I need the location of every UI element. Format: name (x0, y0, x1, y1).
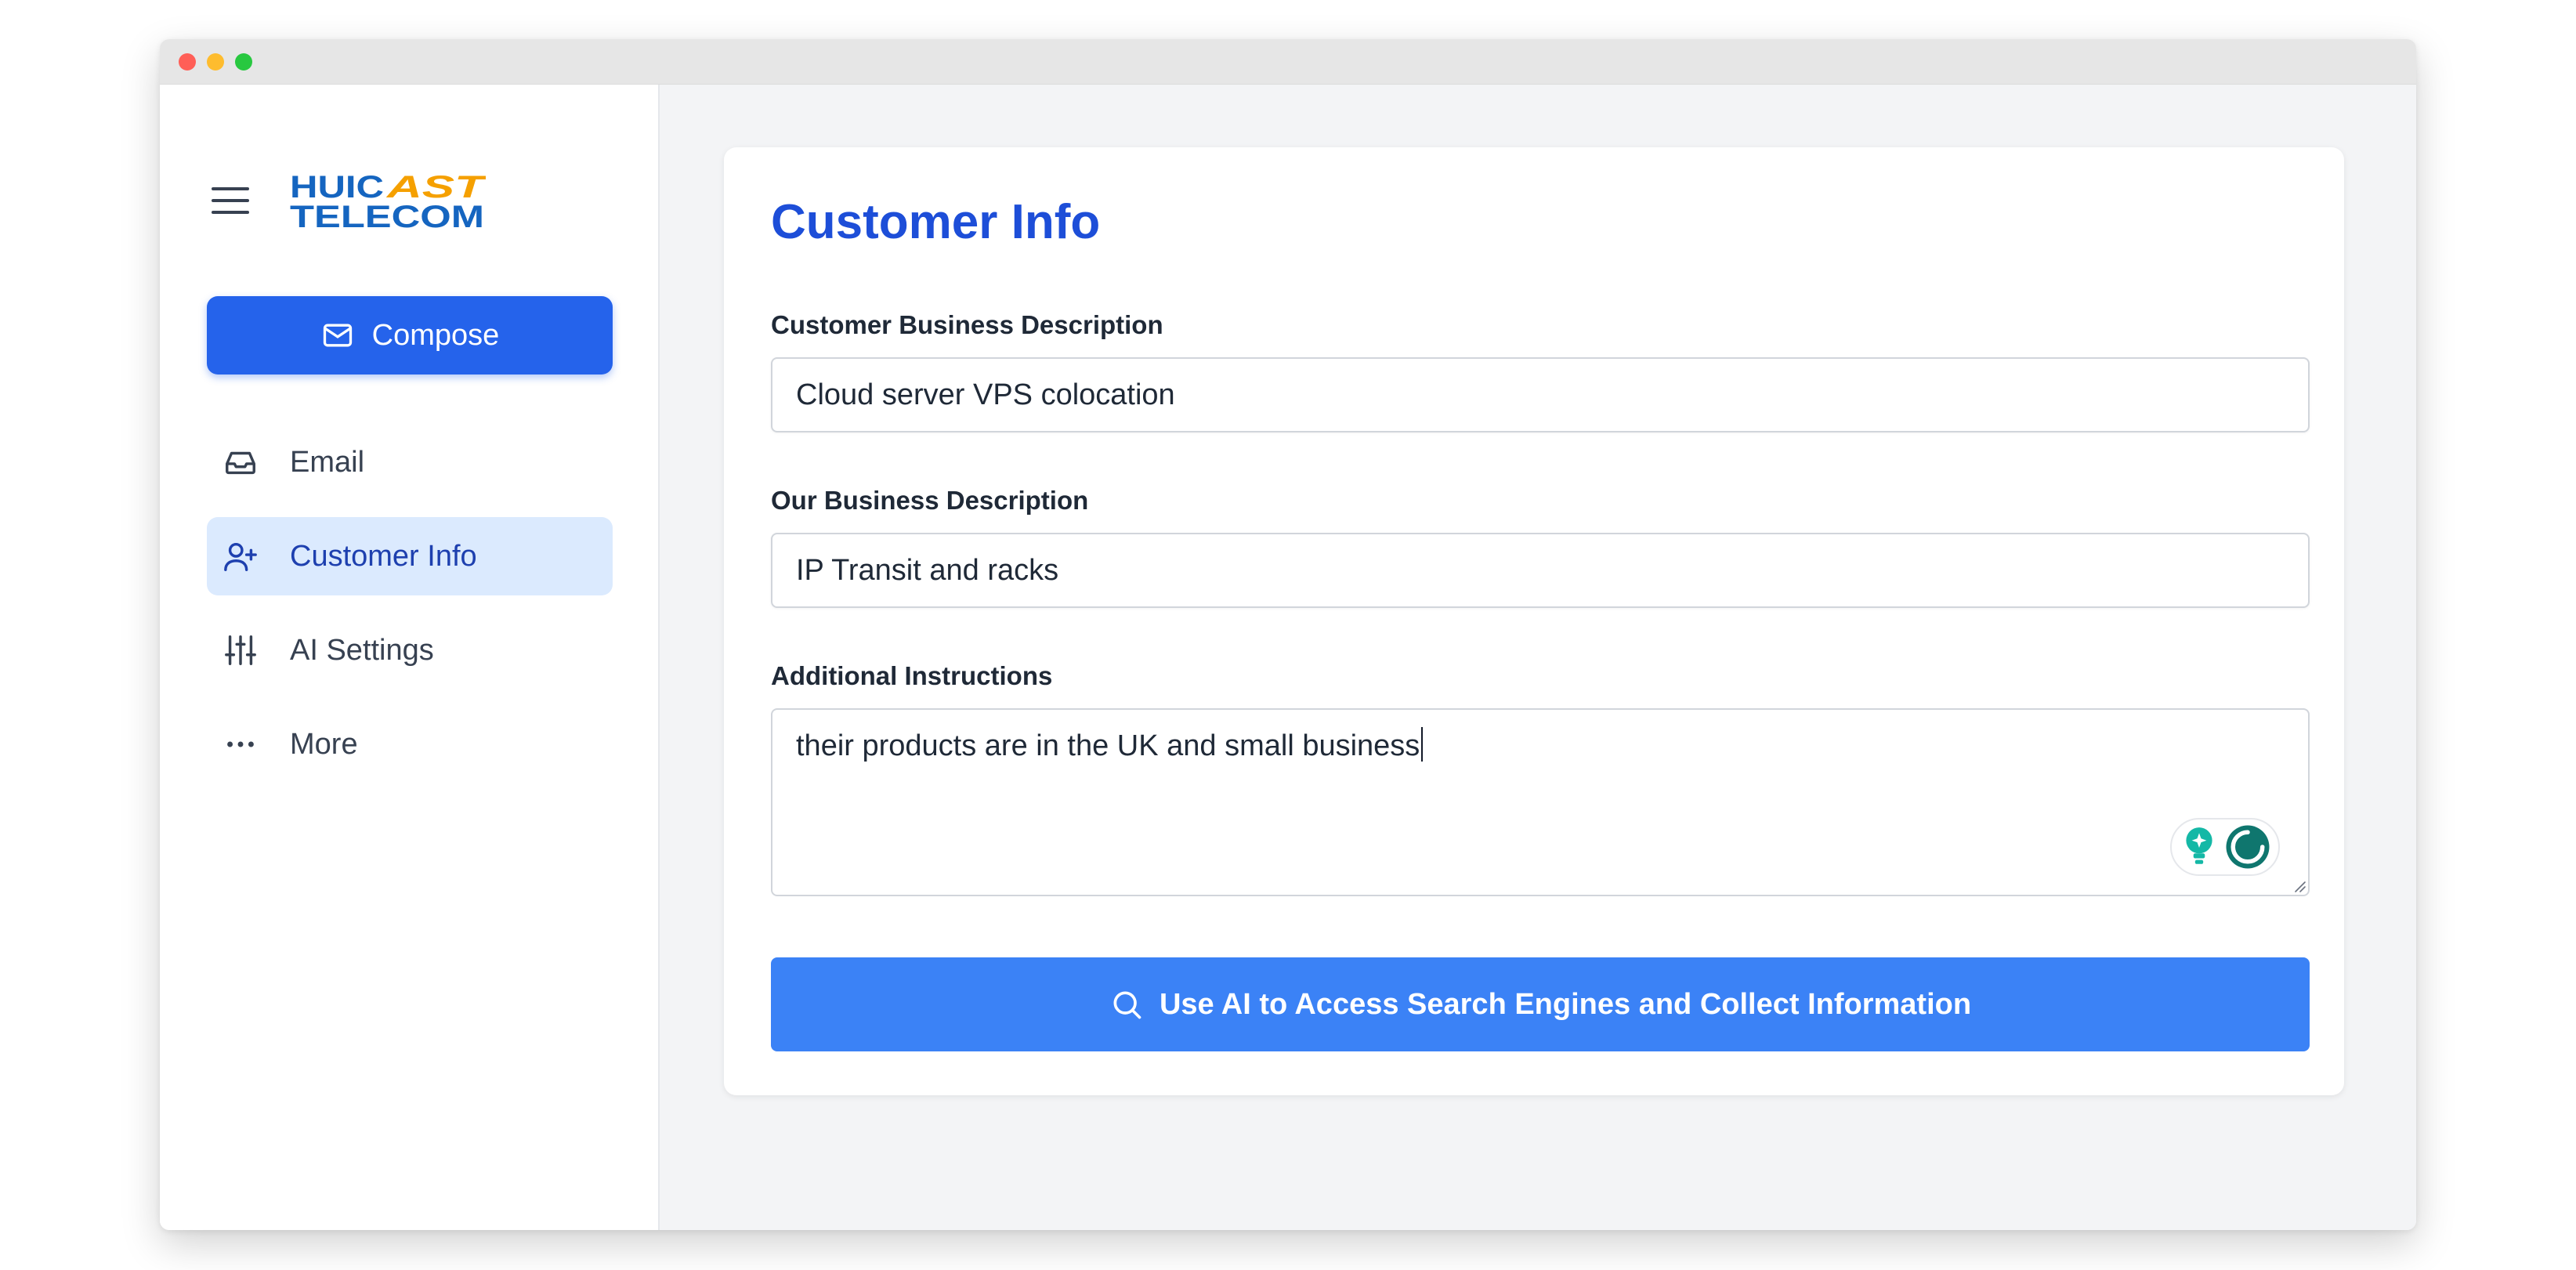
main-content: Customer Info Customer Business Descript… (660, 85, 2416, 1230)
sidebar-item-ai-settings[interactable]: AI Settings (207, 611, 613, 689)
hamburger-menu-icon[interactable] (212, 185, 249, 216)
compose-label: Compose (371, 318, 500, 352)
ai-search-collect-button[interactable]: Use AI to Access Search Engines and Coll… (771, 957, 2310, 1051)
sidebar-item-label: Email (290, 445, 365, 479)
sidebar: HUIC AST TELECOM Compose Email Customer … (160, 85, 660, 1230)
customer-business-description-input[interactable] (771, 357, 2310, 432)
app-window: HUIC AST TELECOM Compose Email Customer … (160, 39, 2416, 1230)
compose-button[interactable]: Compose (207, 296, 613, 374)
sidebar-item-label: Customer Info (290, 539, 477, 573)
mail-icon (323, 324, 352, 347)
customer-business-description-label: Customer Business Description (771, 310, 1163, 339)
our-business-description-input[interactable] (771, 533, 2310, 608)
window-titlebar (160, 39, 2416, 85)
ai-button-label: Use AI to Access Search Engines and Coll… (1159, 987, 1972, 1021)
sliders-icon (223, 632, 259, 668)
grammar-assistant-icon (2226, 825, 2269, 869)
additional-instructions-textarea[interactable]: their products are in the UK and small b… (771, 708, 2310, 896)
writing-assistant-widget[interactable] (2170, 818, 2280, 876)
sidebar-item-email[interactable]: Email (207, 423, 613, 501)
resize-handle-icon[interactable] (2292, 879, 2306, 893)
our-business-description-label: Our Business Description (771, 486, 1089, 515)
customer-info-card: Customer Info Customer Business Descript… (724, 147, 2344, 1095)
user-plus-icon (223, 538, 259, 574)
close-window-button[interactable] (179, 53, 196, 71)
sidebar-item-customer-info[interactable]: Customer Info (207, 517, 613, 595)
search-icon (1113, 991, 1141, 1019)
page-title: Customer Info (771, 195, 1101, 249)
additional-instructions-label: Additional Instructions (771, 661, 1053, 690)
logo-text-telecom: TELECOM (290, 200, 484, 233)
sidebar-item-label: AI Settings (290, 633, 434, 667)
sidebar-item-more[interactable]: More (207, 705, 613, 783)
text-caret (1421, 727, 1424, 762)
inbox-icon (223, 444, 259, 480)
lightbulb-icon (2185, 827, 2212, 864)
minimize-window-button[interactable] (207, 53, 224, 71)
maximize-window-button[interactable] (235, 53, 252, 71)
huicast-telecom-logo: HUIC AST TELECOM (290, 170, 489, 234)
more-dots-icon (223, 726, 259, 762)
sidebar-item-label: More (290, 727, 358, 761)
additional-instructions-value: their products are in the UK and small b… (796, 729, 1420, 762)
